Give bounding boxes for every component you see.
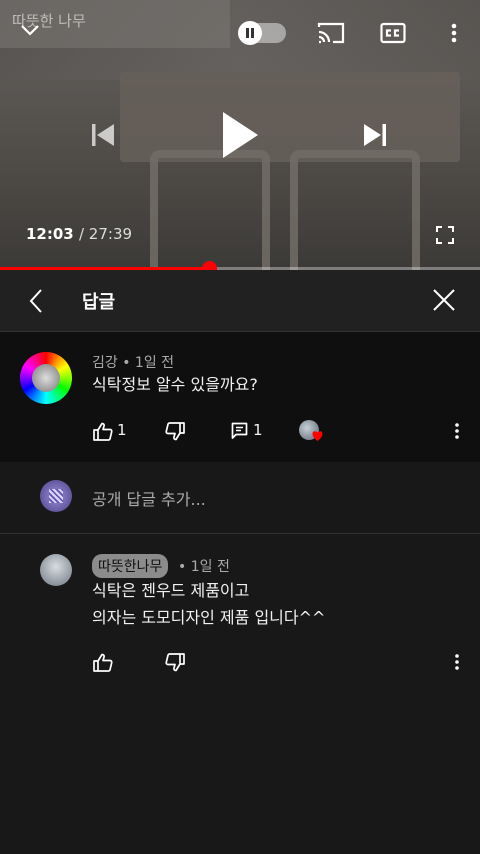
dislike-button[interactable] bbox=[164, 420, 186, 442]
play-button[interactable] bbox=[218, 108, 262, 162]
reply-text-line: 의자는 도모디자인 제품 입니다^^ bbox=[92, 608, 326, 627]
previous-button[interactable] bbox=[88, 120, 118, 150]
comment-menu-button[interactable] bbox=[450, 420, 464, 442]
autoplay-toggle[interactable] bbox=[238, 21, 286, 45]
comment-menu-button[interactable] bbox=[450, 651, 464, 673]
panel-title: 답글 bbox=[82, 292, 116, 313]
more-vertical-icon bbox=[455, 654, 459, 670]
more-vertical-icon bbox=[455, 423, 459, 439]
heart-icon bbox=[312, 431, 323, 441]
replies-header: 답글 bbox=[0, 270, 480, 332]
back-arrow-icon bbox=[29, 289, 42, 313]
like-count: 1 bbox=[117, 421, 127, 439]
comment-age: • 1일 전 bbox=[178, 559, 230, 575]
scrubber-handle[interactable] bbox=[201, 261, 217, 270]
duration: / 27:39 bbox=[78, 225, 133, 243]
creator-heart bbox=[299, 420, 325, 444]
thumbs-up-icon bbox=[93, 653, 113, 672]
more-vertical-icon bbox=[451, 23, 457, 43]
thumbs-down-icon bbox=[165, 421, 185, 440]
captions-button[interactable] bbox=[379, 20, 407, 46]
creator-author-chip[interactable]: 따뜻한나무 bbox=[92, 554, 169, 578]
thumbs-up-icon bbox=[93, 422, 113, 441]
reply-button[interactable] bbox=[229, 420, 249, 442]
current-time: 12:03 bbox=[26, 225, 74, 243]
fullscreen-icon bbox=[436, 226, 454, 244]
parent-comment: 김강 • 1일 전 식탁정보 알수 있을까요? 1 1 bbox=[0, 332, 480, 462]
chevron-down-icon bbox=[21, 25, 39, 36]
more-options-button[interactable] bbox=[446, 20, 462, 46]
close-icon bbox=[433, 289, 455, 311]
user-avatar bbox=[40, 480, 72, 512]
comment-text: 식탁정보 알수 있을까요? bbox=[92, 375, 258, 394]
skip-next-icon bbox=[364, 124, 386, 146]
like-button[interactable] bbox=[92, 651, 114, 673]
pause-icon bbox=[238, 21, 262, 45]
add-reply-row[interactable]: 공개 답글 추가... bbox=[0, 462, 480, 534]
avatar[interactable] bbox=[20, 352, 72, 404]
time-display: 12:03 / 27:39 bbox=[26, 225, 132, 243]
comment-icon bbox=[231, 422, 247, 439]
comment-age: • 1일 전 bbox=[122, 355, 175, 371]
video-player[interactable]: 따뜻한 나무 12:03 / 27:39 bbox=[0, 0, 480, 270]
reply-comment: 따뜻한나무 • 1일 전 식탁은 젠우드 제품이고 의자는 도모디자인 제품 입… bbox=[0, 534, 480, 854]
closed-captions-icon bbox=[380, 22, 406, 44]
dislike-button[interactable] bbox=[164, 651, 186, 673]
comment-meta: 김강 • 1일 전 bbox=[92, 352, 174, 372]
minimize-button[interactable] bbox=[16, 18, 44, 42]
reply-text-line: 식탁은 젠우드 제품이고 bbox=[92, 581, 250, 600]
fullscreen-button[interactable] bbox=[434, 224, 456, 246]
reply-count: 1 bbox=[253, 421, 263, 439]
next-button[interactable] bbox=[360, 120, 390, 150]
add-reply-input[interactable]: 공개 답글 추가... bbox=[92, 486, 206, 510]
skip-previous-icon bbox=[92, 124, 114, 146]
thumbs-down-icon bbox=[165, 652, 185, 671]
back-button[interactable] bbox=[22, 286, 50, 316]
like-button[interactable] bbox=[92, 420, 114, 442]
cast-icon bbox=[317, 22, 345, 44]
cast-button[interactable] bbox=[316, 20, 346, 46]
play-icon bbox=[223, 112, 258, 158]
comment-author[interactable]: 김강 bbox=[92, 355, 118, 371]
close-button[interactable] bbox=[430, 286, 458, 314]
avatar[interactable] bbox=[40, 554, 72, 586]
